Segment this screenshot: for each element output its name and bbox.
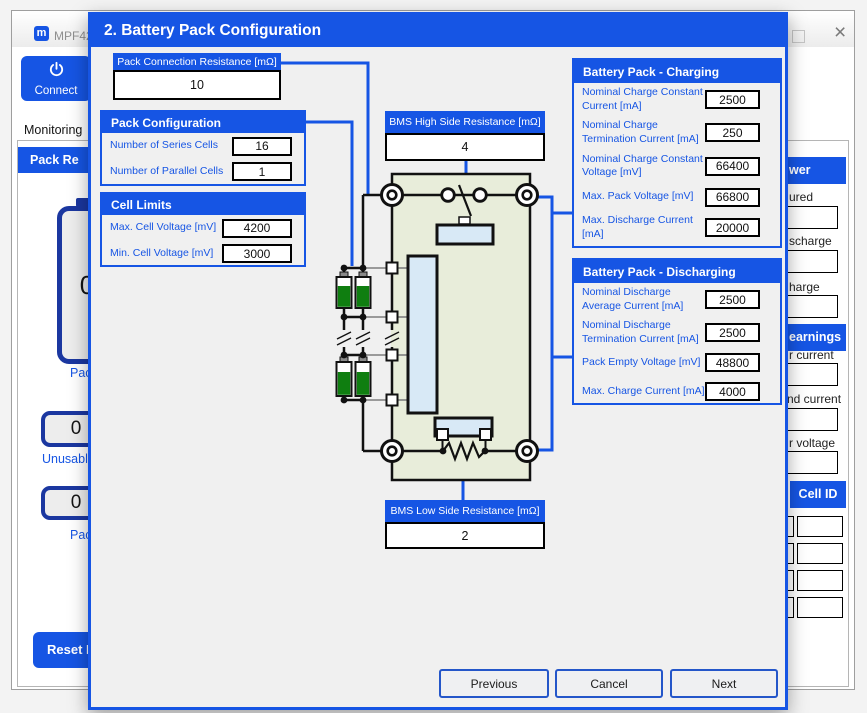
sense-pad [437, 429, 448, 440]
nominal-charge-constant-voltage-label: Nominal Charge Constant Voltage [mV] [582, 153, 705, 179]
nominal-charge-constant-voltage-input[interactable]: 66400 [705, 157, 760, 176]
high-side-fet-block [437, 225, 493, 244]
connect-button-label: Connect [21, 85, 91, 97]
tab-monitoring[interactable]: Monitoring [24, 123, 82, 137]
pack-terminal [382, 185, 403, 206]
current-label-1: r current [789, 348, 834, 362]
max-discharge-current-input[interactable]: 20000 [705, 218, 760, 237]
group-header: Battery Pack - Charging [574, 60, 780, 83]
current-field-1[interactable] [780, 363, 838, 386]
battery-cell [356, 357, 371, 396]
parallel-cells-input[interactable]: 1 [232, 162, 292, 181]
dialog-title: 2. Battery Pack Configuration [91, 15, 785, 47]
measured-field[interactable] [780, 206, 838, 229]
voltage-field[interactable] [780, 451, 838, 474]
dialog-body: Pack Connection Resistance [mΩ] 10 Pack … [91, 47, 785, 707]
measured-label: ured [789, 190, 813, 204]
max-cell-voltage-input[interactable]: 4200 [222, 219, 292, 238]
break-marks [337, 330, 399, 347]
battery-cell [356, 272, 371, 308]
app-logo: m [34, 26, 49, 41]
battery-pack-configuration-dialog: 2. Battery Pack Configuration [88, 12, 788, 710]
parallel-cells-label: Number of Parallel Cells [110, 165, 232, 178]
power-icon [48, 61, 65, 78]
max-pack-voltage-input[interactable]: 66800 [705, 188, 760, 207]
cell-id-field[interactable] [797, 570, 843, 591]
previous-button[interactable]: Previous [439, 669, 549, 698]
bms-high-side-resistance-input[interactable]: 4 [385, 133, 545, 161]
max-pack-voltage-label: Max. Pack Voltage [mV] [582, 190, 705, 203]
cell-id-field[interactable] [797, 516, 843, 537]
group-header: Cell Limits [102, 194, 304, 215]
pack-connection-resistance-input[interactable]: 10 [113, 70, 281, 100]
nominal-discharge-termination-current-label: Nominal Discharge Termination Current [m… [582, 319, 705, 345]
cell-id-field[interactable] [797, 543, 843, 564]
voltage-label: r voltage [789, 436, 835, 450]
charge-label: harge [789, 280, 820, 294]
cell-id-header: Cell ID [790, 481, 846, 508]
nominal-discharge-termination-current-input[interactable]: 2500 [705, 323, 760, 342]
close-icon[interactable]: × [834, 22, 846, 43]
cancel-button[interactable]: Cancel [555, 669, 663, 698]
battery-pack-discharging-group: Battery Pack - Discharging Nominal Disch… [572, 258, 782, 405]
maximize-icon[interactable] [792, 30, 805, 43]
charge-field[interactable] [780, 295, 838, 318]
current-field-2[interactable] [780, 408, 838, 431]
battery-pack-charging-group: Battery Pack - Charging Nominal Charge C… [572, 58, 782, 248]
pack-terminal [382, 441, 403, 462]
battery-cell [337, 357, 352, 396]
nominal-charge-constant-current-input[interactable]: 2500 [705, 90, 760, 109]
pack-terminal [517, 441, 538, 462]
series-cells-input[interactable]: 16 [232, 137, 292, 156]
nominal-charge-constant-current-label: Nominal Charge Constant Current [mA] [582, 86, 705, 112]
pack-terminal-bracket [538, 197, 552, 450]
bms-low-side-resistance-input[interactable]: 2 [385, 522, 545, 549]
cell-id-field[interactable] [797, 597, 843, 618]
max-discharge-current-label: Max. Discharge Current [mA] [582, 214, 705, 240]
screen: m MPF4279 × Connect Monitoring Pack Re 0… [0, 0, 867, 713]
max-charge-current-input[interactable]: 4000 [705, 382, 760, 401]
max-cell-voltage-label: Max. Cell Voltage [mV] [110, 221, 222, 234]
discharge-label: scharge [789, 234, 832, 248]
nominal-charge-termination-current-label: Nominal Charge Termination Current [mA] [582, 119, 705, 145]
pack-configuration-group: Pack Configuration Number of Series Cell… [100, 110, 306, 186]
nominal-discharge-average-current-label: Nominal Discharge Average Current [mA] [582, 286, 705, 312]
pack-connection-resistance-label: Pack Connection Resistance [mΩ] [113, 53, 281, 70]
cell-limits-group: Cell Limits Max. Cell Voltage [mV] 4200 … [100, 192, 306, 267]
pack-empty-voltage-label: Pack Empty Voltage [mV] [582, 356, 705, 369]
group-header: Pack Configuration [102, 112, 304, 133]
connect-button[interactable]: Connect [21, 56, 91, 101]
max-charge-current-label: Max. Charge Current [mA] [582, 385, 705, 398]
nominal-discharge-average-current-input[interactable]: 2500 [705, 290, 760, 309]
battery-cell [337, 272, 352, 308]
battery-gauge-mid-label: Unusabl [42, 452, 88, 466]
series-cells-label: Number of Series Cells [110, 139, 232, 152]
pack-empty-voltage-input[interactable]: 48800 [705, 353, 760, 372]
bms-ic-block [408, 256, 437, 413]
bms-high-side-resistance-label: BMS High Side Resistance [mΩ] [385, 111, 545, 133]
current-label-2: nd current [787, 392, 841, 406]
discharge-field[interactable] [780, 250, 838, 273]
min-cell-voltage-label: Min. Cell Voltage [mV] [110, 247, 222, 260]
group-header: Battery Pack - Discharging [574, 260, 780, 283]
min-cell-voltage-input[interactable]: 3000 [222, 244, 292, 263]
next-button[interactable]: Next [670, 669, 778, 698]
bms-low-side-resistance-label: BMS Low Side Resistance [mΩ] [385, 500, 545, 522]
nominal-charge-termination-current-input[interactable]: 250 [705, 123, 760, 142]
sense-pad [480, 429, 491, 440]
pack-terminal [517, 185, 538, 206]
